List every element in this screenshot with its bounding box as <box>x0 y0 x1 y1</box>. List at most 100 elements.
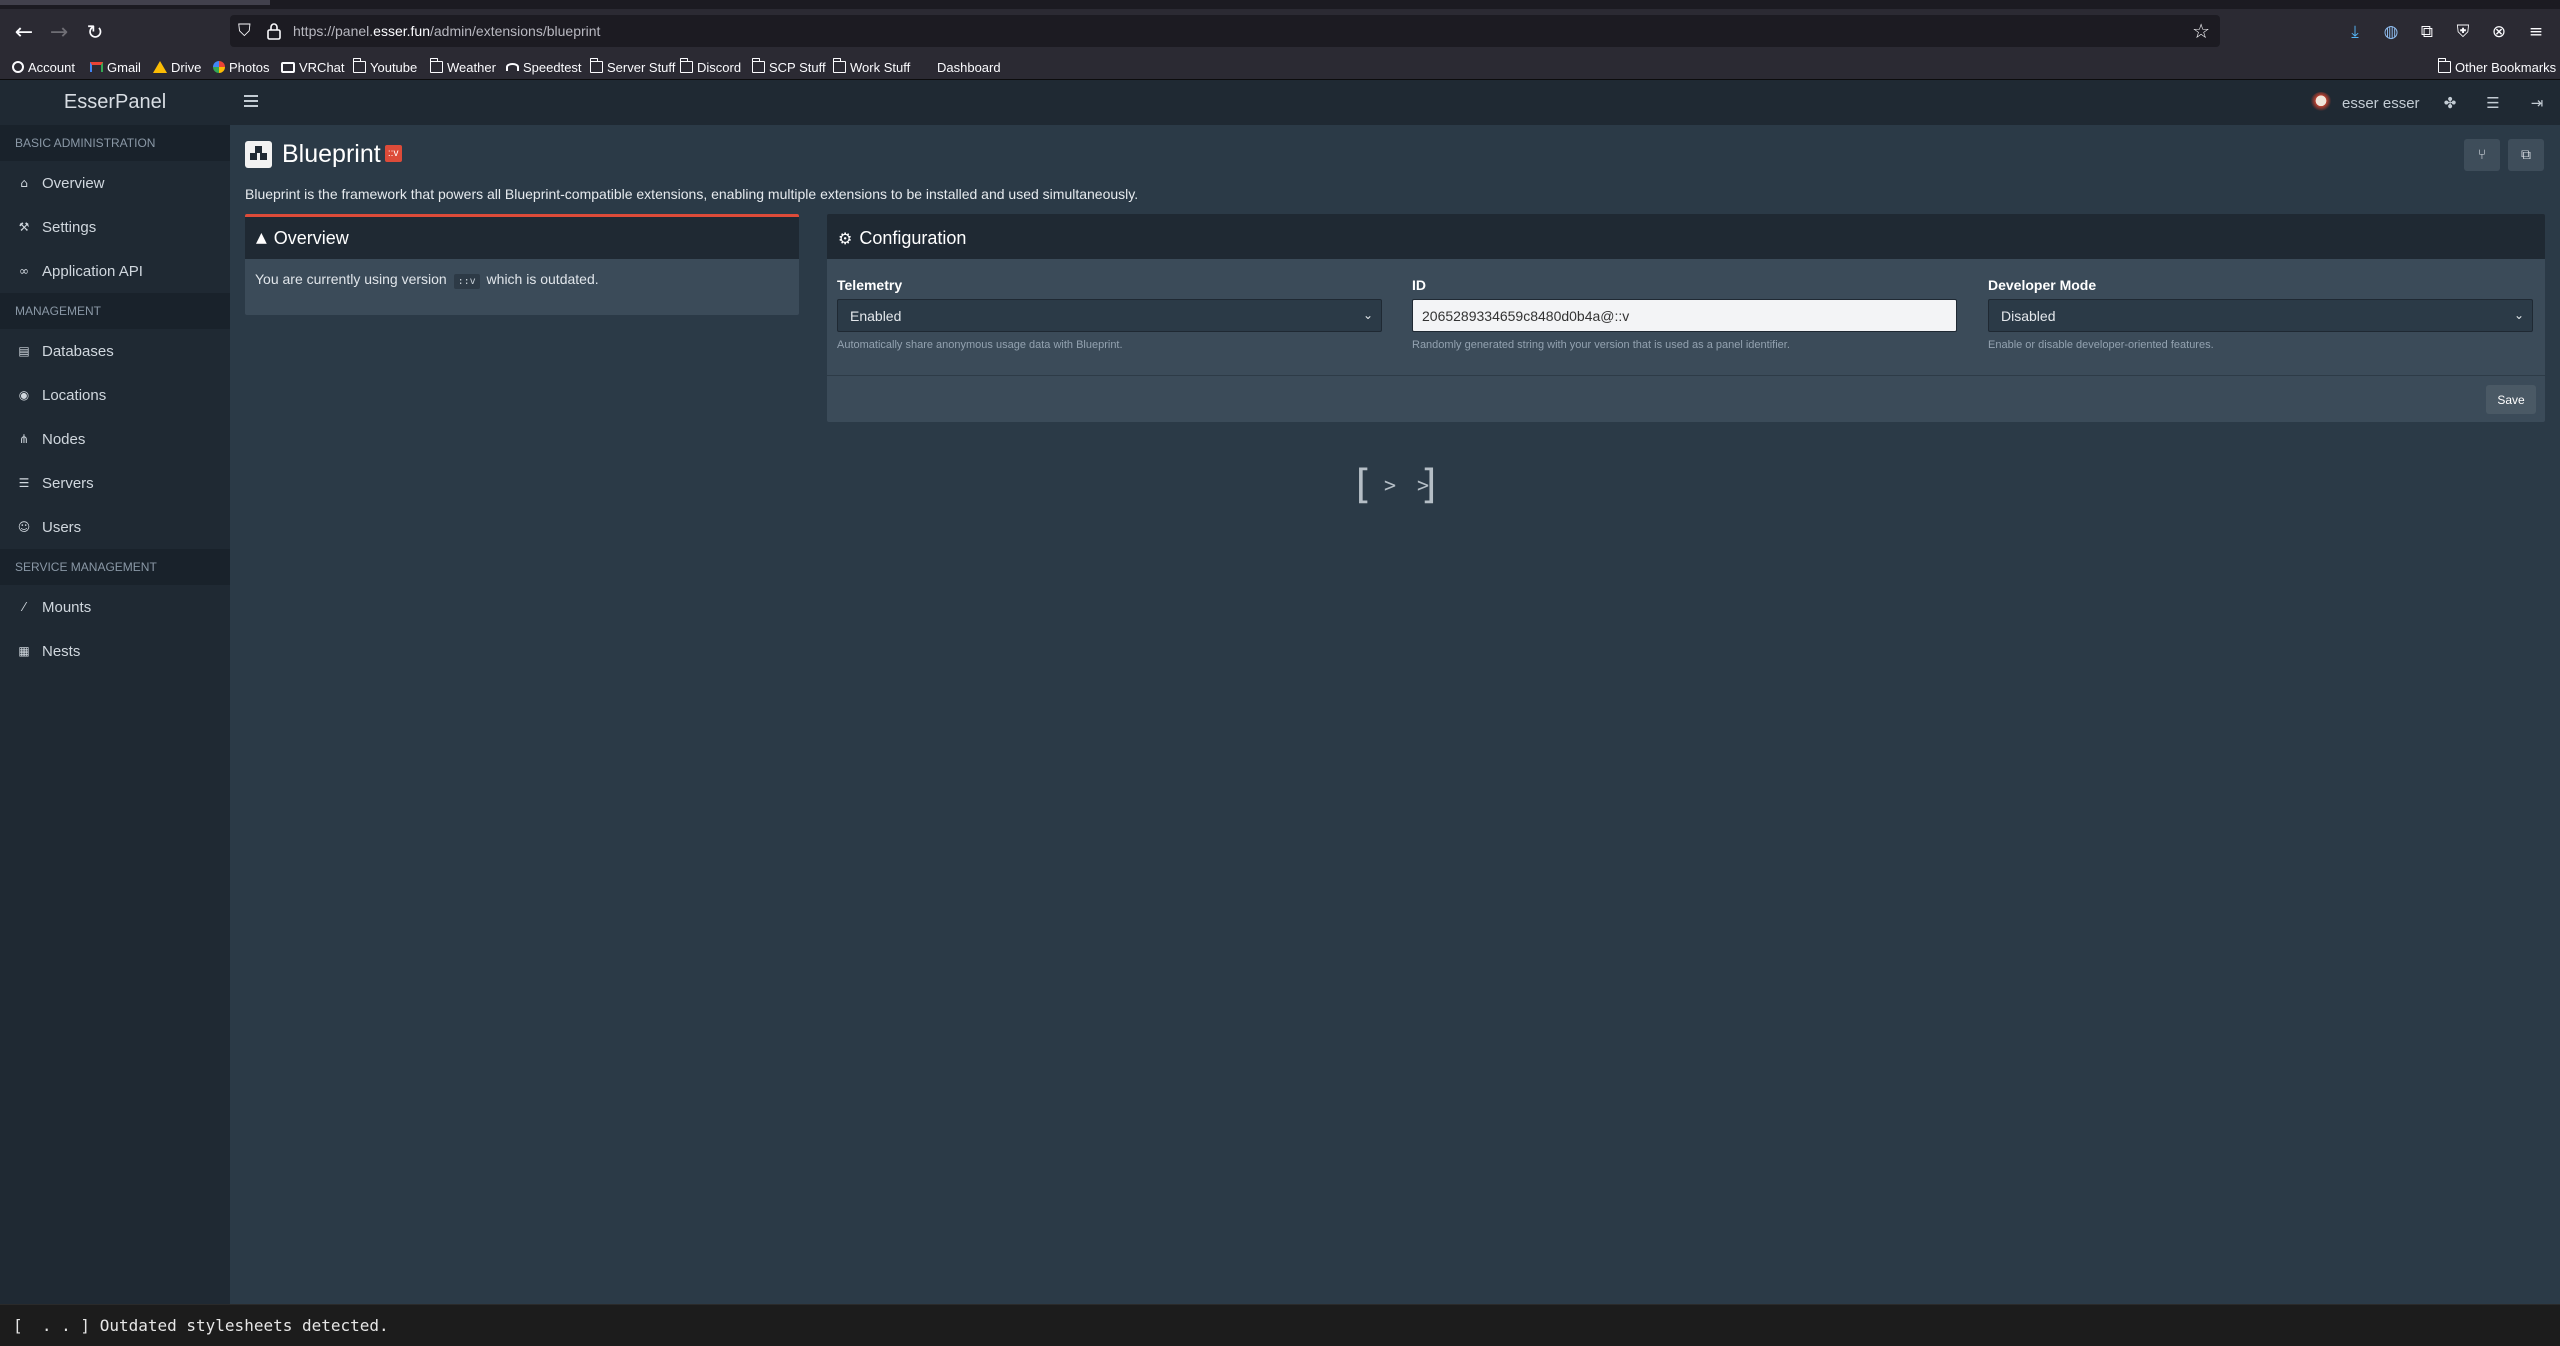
bookmark-drive[interactable]: Drive <box>153 57 201 77</box>
url-text[interactable]: https://panel.esser.fun/admin/extensions… <box>293 23 600 39</box>
database-icon: ▤ <box>18 344 30 358</box>
forward-arrow-icon[interactable]: → <box>43 16 75 48</box>
folder-icon <box>680 58 693 73</box>
user-menu[interactable]: esser esser <box>2310 90 2420 116</box>
version-code: ::v <box>453 274 480 289</box>
menu-icon[interactable]: ≡ <box>2525 21 2547 43</box>
server-list-icon[interactable]: ☰ <box>2483 93 2503 113</box>
chevron-down-icon: ⌄ <box>1362 308 1373 322</box>
save-button[interactable]: Save <box>2486 385 2536 414</box>
page-description: Blueprint is the framework that powers a… <box>245 186 1139 202</box>
server-icon: ☰ <box>18 476 30 490</box>
back-arrow-icon[interactable]: ← <box>8 16 40 48</box>
bookmark-discord[interactable]: Discord <box>680 57 741 77</box>
sidebar-item-locations[interactable]: ◉ Locations <box>0 373 230 417</box>
ublock-shield-icon[interactable]: ⛨ <box>2452 21 2474 43</box>
bookmark-weather[interactable]: Weather <box>430 57 496 77</box>
tracking-shield-icon[interactable]: ⛉ <box>238 21 256 41</box>
dashboard-icon <box>923 61 933 73</box>
bookmark-dashboard[interactable]: Dashboard <box>923 57 1001 77</box>
bookmark-account[interactable]: Account <box>12 57 75 77</box>
external-link-button[interactable]: ⧉ <box>2508 139 2544 171</box>
developer-mode-help: Enable or disable developer-oriented fea… <box>1988 339 2214 351</box>
chevron-down-icon: ⌄ <box>2513 308 2524 322</box>
bookmark-scp-stuff[interactable]: SCP Stuff <box>752 57 826 77</box>
sidebar-item-application-api[interactable]: ∞ Application API <box>0 249 230 293</box>
console-message: [ . . ] Outdated stylesheets detected. <box>0 1304 2560 1346</box>
github-branch-button[interactable]: ⑂ <box>2464 139 2500 171</box>
username: esser esser <box>2342 94 2420 112</box>
folder-icon <box>752 58 765 73</box>
bookmark-gmail[interactable]: Gmail <box>90 57 141 77</box>
url-bar[interactable]: ⛉ https://panel.esser.fun/admin/extensio… <box>230 15 2220 47</box>
configuration-box: ⚙ Configuration Telemetry Enabled ⌄ Auto… <box>827 214 2545 422</box>
brand-logo[interactable]: EsserPanel <box>0 80 230 125</box>
configuration-title: Configuration <box>859 227 967 248</box>
grid-icon: ▦ <box>18 644 30 658</box>
bookmarks-bar: Account Gmail Drive Photos VRChat Youtub… <box>0 53 2560 80</box>
avatar <box>2310 92 2332 114</box>
folder-icon <box>833 58 846 73</box>
page-header: Blueprint ::v <box>245 139 402 169</box>
configuration-footer: Save <box>827 375 2545 422</box>
sidebar-item-overview[interactable]: ⌂ Overview <box>0 161 230 205</box>
version-badge: ::v <box>384 144 402 162</box>
folder-icon <box>590 58 603 73</box>
extensions-puzzle-icon[interactable]: ⧉ <box>2416 21 2438 43</box>
shapes-icon: ▲ <box>256 230 267 246</box>
blueprint-logo-icon <box>245 140 272 168</box>
active-tab[interactable] <box>0 0 270 5</box>
developer-mode-field: Developer Mode Disabled ⌄ Enable or disa… <box>1988 277 2533 351</box>
lock-icon[interactable] <box>266 22 282 40</box>
sidebar-item-nodes[interactable]: ⋔ Nodes <box>0 417 230 461</box>
speedtest-icon <box>506 63 519 71</box>
bookmark-photos[interactable]: Photos <box>213 57 269 77</box>
bookmark-star-icon[interactable]: ☆ <box>2192 19 2210 43</box>
id-input[interactable]: 2065289334659c8480d0b4a@::v <box>1412 299 1957 332</box>
wrench-icon: ⚒ <box>18 220 30 234</box>
overview-text: You are currently using version ::v whic… <box>255 271 599 289</box>
telemetry-label: Telemetry <box>837 277 903 293</box>
panel-header: EsserPanel esser esser ✤ ☰ ⇥ <box>0 80 2560 125</box>
sidebar-toggle-icon[interactable] <box>242 93 260 109</box>
download-icon[interactable]: ⤓ <box>2344 21 2366 43</box>
vrchat-icon <box>281 61 295 73</box>
link-icon: ∞ <box>19 264 29 278</box>
bookmark-speedtest[interactable]: Speedtest <box>506 57 582 77</box>
browser-tab-strip <box>0 0 2560 9</box>
id-label: ID <box>1412 277 1426 293</box>
google-icon <box>12 61 24 73</box>
sidebar-section-basic-administration: BASIC ADMINISTRATION <box>0 125 230 161</box>
gmail-icon <box>90 62 103 72</box>
bookmark-youtube[interactable]: Youtube <box>353 57 417 77</box>
sidebar-item-databases[interactable]: ▤ Databases <box>0 329 230 373</box>
photos-icon <box>213 61 225 73</box>
sidebar-item-users[interactable]: ☺ Users <box>0 505 230 549</box>
reload-icon[interactable]: ↻ <box>79 16 111 48</box>
bookmark-server-stuff[interactable]: Server Stuff <box>590 57 675 77</box>
configuration-box-header: ⚙ Configuration <box>827 217 2545 259</box>
sitemap-icon: ⋔ <box>18 432 30 446</box>
developer-mode-select[interactable]: Disabled ⌄ <box>1988 299 2533 332</box>
telemetry-help: Automatically share anonymous usage data… <box>837 339 1123 351</box>
main-content: Blueprint ::v ⑂ ⧉ Blueprint is the frame… <box>230 125 2560 1304</box>
extension-globe-icon[interactable]: ◍ <box>2380 21 2402 43</box>
logout-icon[interactable]: ⇥ <box>2527 93 2547 113</box>
browser-toolbar: ← → ↻ ⛉ https://panel.esser.fun/admin/ex… <box>0 9 2560 53</box>
sidebar-item-servers[interactable]: ☰ Servers <box>0 461 230 505</box>
other-bookmarks[interactable]: Other Bookmarks <box>2438 57 2556 77</box>
folder-icon <box>353 58 366 73</box>
folder-icon <box>430 58 443 73</box>
bookmark-vrchat[interactable]: VRChat <box>281 57 345 77</box>
telemetry-select[interactable]: Enabled ⌄ <box>837 299 1382 332</box>
sidebar-section-service-management: SERVICE MANAGEMENT <box>0 549 230 585</box>
incognito-icon[interactable]: ⊗ <box>2488 21 2510 43</box>
bookmark-work-stuff[interactable]: Work Stuff <box>833 57 910 77</box>
overview-box: ▲ Overview You are currently using versi… <box>245 214 799 315</box>
sidebar-section-management: MANAGEMENT <box>0 293 230 329</box>
extensions-puzzle-icon[interactable]: ✤ <box>2440 93 2460 113</box>
sidebar-item-mounts[interactable]: ⁄ Mounts <box>0 585 230 629</box>
sidebar-item-nests[interactable]: ▦ Nests <box>0 629 230 673</box>
sidebar-item-settings[interactable]: ⚒ Settings <box>0 205 230 249</box>
overview-title: Overview <box>273 227 349 248</box>
